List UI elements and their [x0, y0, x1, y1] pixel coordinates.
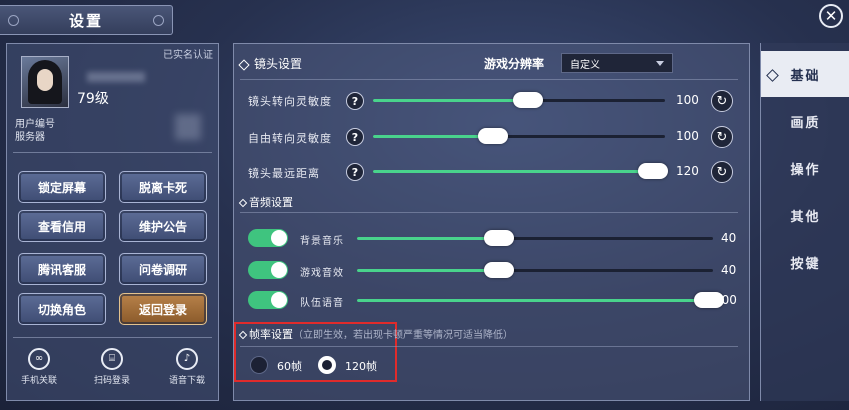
tab-keys[interactable]: 按键 [761, 239, 849, 285]
divider [13, 152, 212, 153]
reset-icon[interactable]: ↻ [711, 126, 733, 148]
camera-sensitivity-label: 镜头转向灵敏度 [248, 95, 332, 108]
team-voice-slider[interactable] [357, 292, 725, 308]
fps-60-label[interactable]: 60帧 [277, 358, 302, 374]
user-id-label: 用户编号 [15, 119, 55, 130]
settings-panel: 镜头设置 游戏分辨率 自定义 镜头转向灵敏度 ? 100 ↻ 自由转向灵敏度 ?… [233, 43, 750, 401]
sfx-slider[interactable] [357, 262, 713, 278]
tab-controls[interactable]: 操作 [761, 145, 849, 191]
unstuck-button[interactable]: 脱离卡死 [119, 171, 207, 203]
ornament-icon [8, 15, 19, 26]
diamond-icon [238, 330, 248, 340]
fps-60-radio[interactable] [250, 356, 268, 374]
slider-thumb[interactable] [484, 262, 515, 278]
camera-sensitivity-value: 100 [676, 93, 699, 107]
reset-icon[interactable]: ↻ [711, 90, 733, 112]
link-icon[interactable]: ∞ [28, 348, 50, 370]
bgm-toggle[interactable] [248, 229, 288, 247]
survey-button[interactable]: 问卷调研 [119, 253, 207, 285]
slider-thumb[interactable] [638, 163, 669, 179]
player-name-redacted [87, 72, 145, 82]
info-redacted [175, 114, 201, 140]
server-label: 服务器 [15, 132, 45, 143]
voice-download-button[interactable]: ♪ 语音下载 [157, 348, 217, 386]
scan-icon[interactable]: ⌸ [101, 348, 123, 370]
resolution-label: 游戏分辨率 [484, 57, 545, 71]
framerate-note: （立即生效，若出现卡顿严重等情况可适当降低） [293, 330, 513, 341]
switch-character-button[interactable]: 切换角色 [18, 293, 106, 325]
slider-thumb[interactable] [477, 128, 508, 144]
tab-graphics[interactable]: 画质 [761, 98, 849, 144]
phone-link-button[interactable]: ∞ 手机关联 [9, 348, 69, 386]
bgm-value: 40 [721, 231, 737, 245]
chevron-down-icon[interactable] [656, 61, 664, 66]
view-credit-button[interactable]: 查看信用 [18, 210, 106, 242]
resolution-select[interactable]: 自定义 [561, 53, 673, 73]
customer-service-button[interactable]: 腾讯客服 [18, 253, 106, 285]
team-voice-toggle[interactable] [248, 291, 288, 309]
team-voice-label: 队伍语音 [300, 298, 344, 309]
ornament-icon [153, 15, 164, 26]
max-distance-label: 镜头最远距离 [248, 167, 320, 180]
framerate-section-title: 帧率设置（立即生效，若出现卡顿严重等情况可适当降低） [238, 326, 513, 342]
divider [240, 346, 738, 347]
bgm-slider[interactable] [357, 230, 713, 246]
scan-login-button[interactable]: ⌸ 扫码登录 [82, 348, 142, 386]
max-distance-value: 120 [676, 164, 699, 178]
player-level: 79级 [77, 91, 109, 107]
settings-tabs: 基础 画质 操作 其他 按键 [760, 43, 849, 401]
free-turn-sensitivity-slider[interactable] [373, 128, 665, 144]
page-title: 设置 [68, 11, 103, 30]
camera-sensitivity-slider[interactable] [373, 92, 665, 108]
maintenance-notice-button[interactable]: 维护公告 [119, 210, 207, 242]
fps-120-label[interactable]: 120帧 [345, 358, 377, 374]
voice-download-label: 语音下载 [168, 376, 205, 386]
diamond-icon [238, 58, 250, 71]
bgm-label: 背景音乐 [300, 236, 344, 247]
free-turn-sensitivity-label: 自由转向灵敏度 [248, 132, 332, 145]
help-icon[interactable]: ? [346, 128, 364, 146]
free-turn-sensitivity-value: 100 [676, 129, 699, 143]
help-icon[interactable]: ? [346, 163, 364, 181]
camera-section-title: 镜头设置 [238, 55, 302, 72]
max-distance-slider[interactable] [373, 163, 669, 179]
scan-login-label: 扫码登录 [93, 376, 130, 386]
music-note-icon[interactable]: ♪ [176, 348, 198, 370]
settings-title-bar: 设置 [0, 5, 173, 35]
profile-panel: 已实名认证 79级 用户编号 服务器 锁定屏幕 脱离卡死 查看信用 维护公告 腾… [6, 43, 219, 401]
resolution-value[interactable]: 自定义 [570, 56, 600, 71]
slider-thumb[interactable] [512, 92, 543, 108]
user-info: 用户编号 服务器 [15, 118, 55, 144]
phone-link-label: 手机关联 [20, 376, 57, 386]
avatar [21, 56, 69, 108]
diamond-icon [238, 198, 248, 208]
tab-other[interactable]: 其他 [761, 192, 849, 238]
divider [13, 337, 212, 338]
slider-thumb[interactable] [484, 230, 515, 246]
verified-label: 已实名认证 [163, 50, 213, 61]
divider [240, 212, 738, 213]
lock-screen-button[interactable]: 锁定屏幕 [18, 171, 106, 203]
help-icon[interactable]: ? [346, 92, 364, 110]
sfx-label: 游戏音效 [300, 268, 344, 279]
divider [240, 79, 738, 80]
sfx-toggle[interactable] [248, 261, 288, 279]
fps-120-radio[interactable] [318, 356, 336, 374]
return-login-button[interactable]: 返回登录 [119, 293, 207, 325]
reset-icon[interactable]: ↻ [711, 161, 733, 183]
tab-basic[interactable]: 基础 [761, 51, 849, 97]
team-voice-value: 100 [714, 293, 737, 307]
close-icon[interactable]: ✕ [825, 8, 838, 24]
diamond-icon [766, 69, 779, 82]
close-button[interactable]: ✕ [819, 4, 843, 28]
sfx-value: 40 [721, 263, 737, 277]
audio-section-title: 音频设置 [238, 194, 293, 210]
